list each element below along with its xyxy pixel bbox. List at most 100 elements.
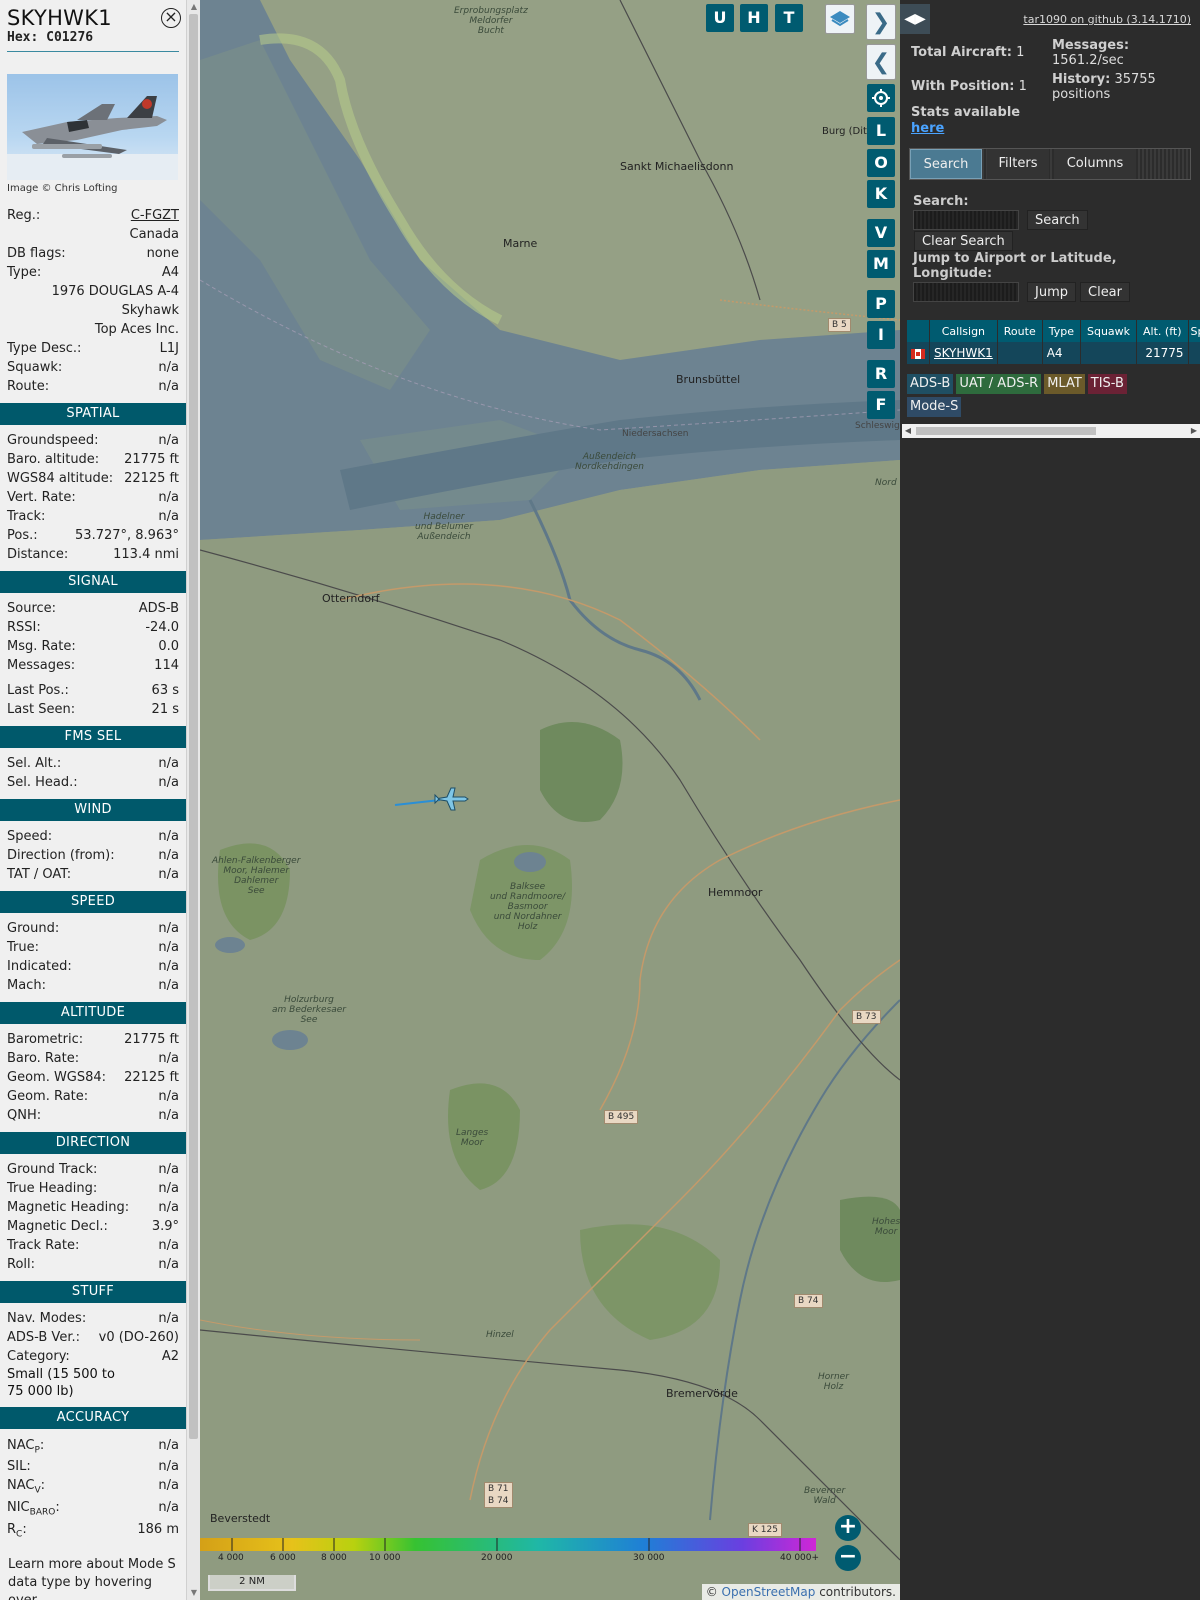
- chevron-left-icon[interactable]: ❮: [866, 44, 896, 80]
- map-label-text: Horner: [818, 1372, 849, 1382]
- map-label-text: Nordkehdingen: [575, 462, 644, 472]
- clear-button[interactable]: Clear: [1080, 282, 1130, 302]
- aircraft-photo[interactable]: [7, 74, 178, 180]
- reg-label: Reg.:: [7, 208, 41, 223]
- button-o[interactable]: O: [867, 149, 895, 177]
- stuff-row: Category: A2: [0, 1347, 186, 1366]
- signal-label: Source:: [7, 601, 57, 616]
- button-m[interactable]: M: [867, 250, 895, 278]
- stats-link[interactable]: here: [911, 121, 944, 136]
- button-p[interactable]: P: [867, 290, 895, 318]
- column-squawk[interactable]: Squawk: [1080, 320, 1138, 342]
- jump-input[interactable]: [913, 282, 1019, 302]
- hscroll-thumb[interactable]: [916, 427, 1096, 435]
- stuff-row: Nav. Modes: n/a: [0, 1309, 186, 1328]
- section-stuff[interactable]: STUFF: [0, 1281, 186, 1303]
- callsign-cell[interactable]: SKYHWK1: [929, 342, 998, 364]
- signal-row: Last Seen: 21 s: [0, 700, 186, 719]
- section-fms[interactable]: FMS SEL: [0, 726, 186, 748]
- scroll-down-icon[interactable]: ▼: [189, 1587, 199, 1599]
- column-route[interactable]: Route: [997, 320, 1043, 342]
- button-i[interactable]: I: [867, 321, 895, 349]
- map-label-text: Meldorfer: [469, 16, 513, 26]
- section-wind[interactable]: WIND: [0, 799, 186, 821]
- nacp-value: n/a: [158, 1438, 179, 1453]
- tab-search[interactable]: Search: [910, 149, 982, 179]
- signal-row: RSSI: -24.0: [0, 618, 186, 637]
- scroll-right-icon[interactable]: ▶: [1188, 424, 1200, 438]
- road-badge: B 71 B 74: [484, 1482, 513, 1508]
- button-f[interactable]: F: [867, 391, 895, 419]
- section-speed[interactable]: SPEED: [0, 891, 186, 913]
- source-tag: UAT / ADS-R: [956, 374, 1042, 394]
- type-cell: A4: [1042, 342, 1081, 364]
- search-input[interactable]: [913, 210, 1019, 230]
- callsign-link[interactable]: SKYHWK1: [934, 346, 993, 360]
- table-horizontal-scrollbar[interactable]: ◀ ▶: [902, 424, 1200, 438]
- altitude-row: Baro. Rate: n/a: [0, 1049, 186, 1068]
- table-row[interactable]: SKYHWK1 A4 21775: [907, 342, 1200, 364]
- section-altitude[interactable]: ALTITUDE: [0, 1002, 186, 1024]
- map-label: Horner Holz: [818, 1372, 849, 1392]
- speed-rows: Ground: n/a True: n/a Indicated: n/a Mach: n/a: [0, 919, 186, 995]
- canada-flag-icon: [911, 348, 925, 359]
- search-button[interactable]: Search: [1027, 210, 1088, 230]
- column-speed[interactable]: Sp: [1188, 320, 1200, 342]
- button-r[interactable]: R: [867, 360, 895, 388]
- spatial-label: Vert. Rate:: [7, 490, 76, 505]
- column-altitude[interactable]: Alt. (ft): [1136, 320, 1189, 342]
- zoom-out-button[interactable]: −: [835, 1545, 861, 1571]
- sil-label: SIL:: [7, 1459, 31, 1474]
- map-label: Beverstedt: [210, 1512, 271, 1525]
- gear-icon[interactable]: [867, 84, 895, 112]
- jump-button[interactable]: Jump: [1027, 282, 1076, 302]
- aircraft-marker-icon[interactable]: [433, 786, 469, 812]
- scrollbar-thumb[interactable]: [189, 14, 198, 1439]
- altitude-label: Geom. Rate:: [7, 1089, 89, 1104]
- speed-label: Mach:: [7, 978, 46, 993]
- github-link[interactable]: tar1090 on github (3.14.1710): [1023, 13, 1191, 26]
- signal-label: Msg. Rate:: [7, 639, 76, 654]
- close-icon[interactable]: ×: [161, 8, 181, 28]
- operator-value: Top Aces Inc.: [94, 322, 179, 337]
- direction-label: True Heading:: [7, 1181, 98, 1196]
- map-label-text: am Bederkesaer: [272, 1005, 346, 1015]
- button-h[interactable]: H: [740, 4, 768, 32]
- map-label: Ahlen-Falkenberger Moor, Halemer Dahlemer S…: [212, 856, 300, 896]
- spatial-label: WGS84 altitude:: [7, 471, 114, 486]
- expand-collapse-icon[interactable]: ◀▶: [900, 4, 930, 34]
- layers-icon[interactable]: [825, 4, 855, 34]
- right-panel: ◀▶ tar1090 on github (3.14.1710) Total A…: [900, 0, 1200, 1600]
- section-accuracy[interactable]: ACCURACY: [0, 1407, 186, 1429]
- reg-link[interactable]: C-FGZT: [131, 206, 179, 225]
- button-k[interactable]: K: [867, 180, 895, 208]
- osm-link[interactable]: OpenStreetMap: [722, 1585, 816, 1599]
- signal-label: Last Pos.:: [7, 683, 69, 698]
- chevron-right-icon[interactable]: ❯: [866, 4, 896, 40]
- button-l[interactable]: L: [867, 117, 895, 145]
- section-signal[interactable]: SIGNAL: [0, 571, 186, 593]
- left-panel-scrollbar[interactable]: ▲ ▼: [186, 0, 200, 1600]
- section-spatial[interactable]: SPATIAL: [0, 403, 186, 425]
- button-u[interactable]: U: [706, 4, 734, 32]
- nacp-sub: P: [34, 1445, 40, 1456]
- tab-columns[interactable]: Columns: [1054, 149, 1136, 179]
- speed-row: Ground: n/a: [0, 919, 186, 938]
- map-view[interactable]: Erprobungsplatz Meldorfer Bucht Burg (Dit …: [200, 0, 900, 1600]
- clear-search-button[interactable]: Clear Search: [914, 231, 1013, 251]
- zoom-in-button[interactable]: +: [835, 1515, 861, 1541]
- scroll-up-icon[interactable]: ▲: [189, 1, 199, 13]
- button-v[interactable]: V: [867, 219, 895, 247]
- legend-label: 10 000: [369, 1553, 401, 1563]
- sil-row: SIL: n/a: [0, 1457, 186, 1476]
- search-label: Search:: [913, 194, 969, 209]
- history-label: History:: [1052, 72, 1111, 87]
- section-direction[interactable]: DIRECTION: [0, 1132, 186, 1154]
- speed-value: n/a: [158, 959, 179, 974]
- scroll-left-icon[interactable]: ◀: [902, 424, 914, 438]
- tab-filters[interactable]: Filters: [987, 149, 1049, 179]
- column-flag[interactable]: [907, 320, 930, 342]
- button-t[interactable]: T: [775, 4, 803, 32]
- column-callsign[interactable]: Callsign: [929, 320, 998, 342]
- column-type[interactable]: Type: [1042, 320, 1081, 342]
